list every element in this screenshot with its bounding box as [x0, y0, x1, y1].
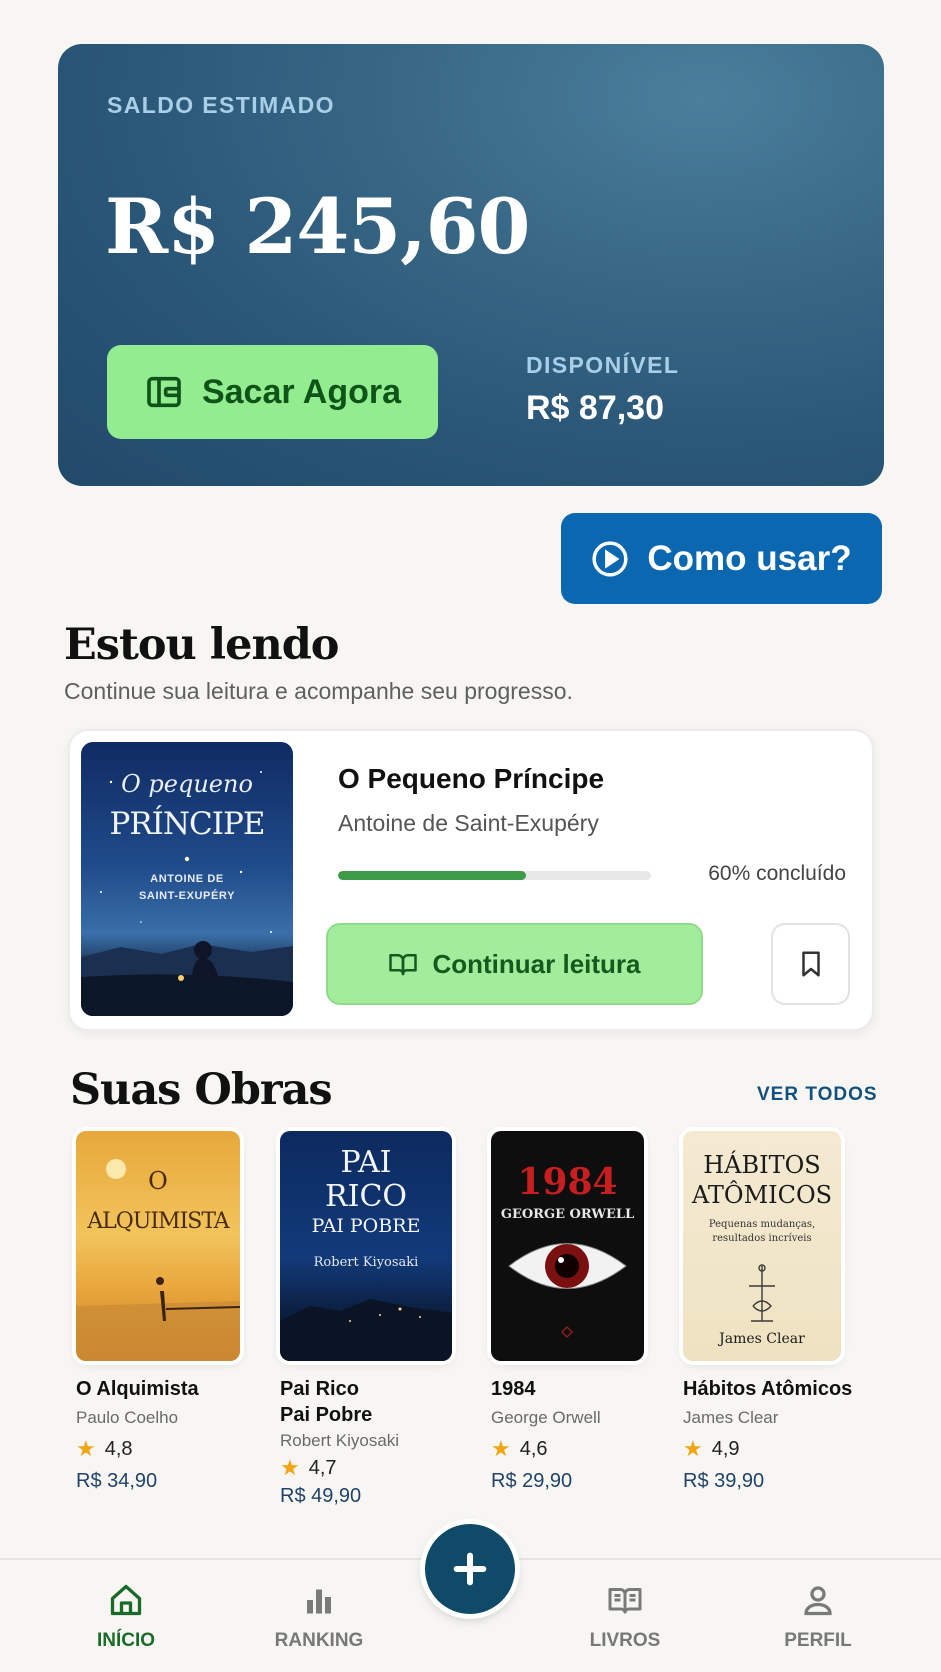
cover-author: GEORGE ORWELL: [500, 1207, 635, 1222]
book-author: James Clear: [683, 1408, 779, 1427]
how-to-use-label: Como usar?: [647, 538, 852, 578]
balance-value: R$ 245,60: [105, 182, 530, 271]
play-circle-icon: [592, 540, 628, 577]
cover-art: [76, 1159, 240, 1361]
star-icon: ★: [683, 1436, 703, 1461]
star-icon: ★: [76, 1436, 96, 1461]
cover-author: Robert Kiyosaki: [313, 1255, 419, 1270]
nav-item-livros[interactable]: LIVROS: [560, 1582, 690, 1652]
book-rating: ★ 4,9: [683, 1436, 852, 1462]
continue-reading-button[interactable]: Continuar leitura: [326, 923, 703, 1005]
cover-subtitle-line1: Pequenas mudanças,: [708, 1219, 816, 1230]
home-icon: [110, 1584, 142, 1616]
book-rating: ★ 4,6: [491, 1436, 644, 1462]
balance-card: SALDO ESTIMADO R$ 245,60 Sacar Agora DIS…: [58, 44, 884, 486]
available-label: DISPONÍVEL: [526, 352, 680, 378]
reading-book-title: O Pequeno Príncipe: [338, 763, 605, 794]
cover-title-line2: ATÔMICOS: [691, 1181, 833, 1209]
bar-chart-icon: [307, 1589, 331, 1614]
reading-card: O pequeno PRÍNCIPE ANTOINE DE SAINT-EXUP…: [68, 729, 874, 1031]
cover-title-line2: PRÍNCIPE: [109, 806, 265, 842]
progress-text: 60% concluído: [708, 862, 846, 885]
cover-title: 1984: [517, 1161, 618, 1203]
book-open-icon: [389, 954, 418, 976]
reading-section-subtitle: Continue sua leitura e acompanhe seu pro…: [64, 678, 573, 704]
book-rating-value: 4,8: [104, 1437, 133, 1460]
book-rating: ★ 4,8: [76, 1436, 240, 1462]
bookmark-button[interactable]: [771, 923, 850, 1005]
wallet-icon: [147, 376, 181, 408]
star-icon: ★: [280, 1455, 300, 1480]
nav-label: LIVROS: [589, 1630, 661, 1651]
continue-reading-label: Continuar leitura: [432, 948, 641, 979]
cover-author: James Clear: [719, 1331, 805, 1347]
withdraw-label: Sacar Agora: [201, 372, 402, 411]
progress-bar: [338, 871, 651, 880]
book-cover-pai-rico: PAI RICO PAI POBRE Robert Kiyosaki: [280, 1131, 452, 1361]
nav-item-ranking[interactable]: RANKING: [254, 1582, 384, 1652]
book-title-line1: Pai Rico: [280, 1378, 359, 1400]
nav-item-inicio[interactable]: INÍCIO: [61, 1582, 191, 1652]
book-author: Paulo Coelho: [76, 1408, 179, 1427]
book-rating-value: 4,6: [519, 1437, 548, 1460]
cover-title-line1: O pequeno: [121, 770, 253, 798]
cover-title-line1: PAI: [340, 1145, 392, 1180]
cover-author-line1: ANTOINE DE: [150, 873, 224, 885]
see-all-link[interactable]: VER TODOS: [757, 1084, 878, 1106]
cover-author-line2: SAINT-EXUPÉRY: [138, 890, 236, 902]
book-title: 1984: [491, 1378, 536, 1400]
cover-subtitle-line2: resultados incríveis: [712, 1233, 812, 1244]
balance-label: SALDO ESTIMADO: [107, 92, 335, 118]
book-rating: ★ 4,7: [280, 1455, 452, 1481]
progress-bar-fill: [338, 871, 526, 880]
book-price: R$ 39,90: [683, 1470, 765, 1492]
nav-label: PERFIL: [784, 1630, 852, 1651]
withdraw-button[interactable]: Sacar Agora: [107, 345, 438, 439]
nav-label: RANKING: [274, 1630, 364, 1651]
cover-title-line2: ALQUIMISTA: [87, 1209, 229, 1234]
plus-icon: [453, 1552, 487, 1586]
how-to-use-button[interactable]: Como usar?: [561, 513, 882, 604]
user-icon: [804, 1586, 832, 1616]
book-card-1984[interactable]: 1984 GEORGE ORWELL 1984 George Orwell ★ …: [491, 1131, 644, 1493]
works-section-title: Suas Obras: [70, 1065, 333, 1115]
book-open-icon: [608, 1588, 642, 1614]
cover-title-line3: PAI POBRE: [311, 1215, 421, 1237]
book-card-alquimista[interactable]: O ALQUIMISTA O Alquimista Paulo Coelho ★…: [76, 1131, 240, 1493]
add-button[interactable]: [425, 1524, 515, 1614]
reading-section-title: Estou lendo: [64, 620, 339, 670]
book-card-pai-rico[interactable]: PAI RICO PAI POBRE Robert Kiyosaki Pai R…: [280, 1131, 452, 1508]
nav-label: INÍCIO: [96, 1630, 156, 1651]
bookmark-icon: [801, 951, 820, 977]
book-cover-pequeno-principe[interactable]: O pequeno PRÍNCIPE ANTOINE DE SAINT-EXUP…: [81, 742, 293, 1016]
cover-title-line1: O: [148, 1167, 168, 1195]
book-rating-value: 4,7: [308, 1456, 337, 1479]
nav-item-perfil[interactable]: PERFIL: [753, 1582, 883, 1652]
book-author: George Orwell: [491, 1408, 601, 1427]
book-card-habitos-atomicos[interactable]: HÁBITOS ATÔMICOS Pequenas mudanças, resu…: [683, 1131, 852, 1493]
book-title-line2: Pai Pobre: [280, 1404, 373, 1426]
book-cover-alquimista: O ALQUIMISTA: [76, 1131, 240, 1361]
star-icon: ★: [491, 1436, 511, 1461]
book-price: R$ 34,90: [76, 1470, 158, 1492]
book-price: R$ 49,90: [280, 1485, 362, 1507]
book-author: Robert Kiyosaki: [280, 1431, 400, 1450]
book-price: R$ 29,90: [491, 1470, 573, 1492]
book-title: O Alquimista: [76, 1378, 199, 1400]
cover-title-line1: HÁBITOS: [703, 1151, 821, 1179]
book-cover-1984: 1984 GEORGE ORWELL: [491, 1131, 644, 1361]
cover-title-line2: RICO: [325, 1179, 407, 1214]
book-title: Hábitos Atômicos: [683, 1378, 853, 1400]
book-rating-value: 4,9: [711, 1437, 740, 1460]
reading-book-author: Antoine de Saint-Exupéry: [338, 810, 599, 836]
available-value: R$ 87,30: [526, 389, 664, 427]
book-cover-habitos-atomicos: HÁBITOS ATÔMICOS Pequenas mudanças, resu…: [683, 1131, 841, 1361]
